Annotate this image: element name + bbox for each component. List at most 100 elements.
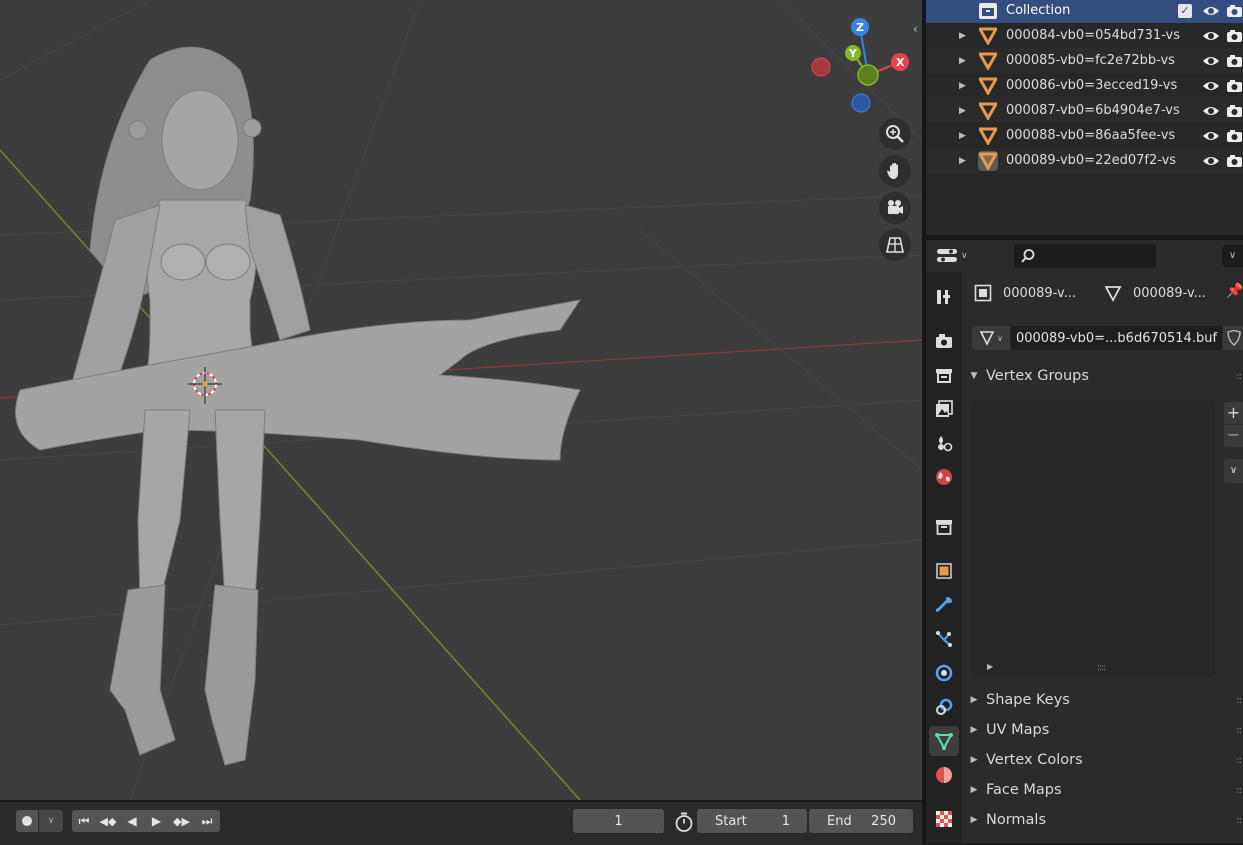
eye-icon[interactable]	[1202, 54, 1220, 68]
tab-world[interactable]	[929, 462, 959, 492]
render-camera-icon[interactable]	[1226, 54, 1243, 68]
collection-checkbox[interactable]: ✓	[1178, 3, 1192, 18]
tab-output[interactable]	[929, 360, 959, 390]
vertex-groups-list[interactable]: ▶ ::::	[972, 402, 1215, 676]
play-button[interactable]: ▶	[144, 810, 169, 832]
end-value: 250	[871, 813, 896, 829]
navigation-gizmo[interactable]: X Y Z	[811, 18, 909, 113]
expand-arrow-icon[interactable]: ▶	[959, 156, 966, 166]
add-vertex-group-button[interactable]: +	[1224, 402, 1243, 424]
start-frame-field[interactable]: Start 1	[697, 809, 807, 833]
prev-keyframe-button[interactable]: ◀◆	[96, 810, 120, 832]
tab-constraints[interactable]	[929, 692, 959, 722]
perspective-toggle-button[interactable]	[879, 229, 911, 261]
render-camera-icon[interactable]	[1226, 79, 1243, 93]
list-filter-toggle-icon[interactable]: ▶	[987, 662, 993, 671]
outliner-object-row[interactable]: ▶ 000087-vb0=6b4904e7-vs	[926, 98, 1243, 123]
outliner-object-row[interactable]: ▶ 000086-vb0=3ecced19-vs	[926, 73, 1243, 98]
outliner-collection-row[interactable]: Collection ✓	[926, 0, 1243, 23]
outliner-object-row[interactable]: ▶ 000084-vb0=054bd731-vs	[926, 23, 1243, 48]
drag-handle-icon[interactable]: ::	[1236, 815, 1242, 826]
tab-scene[interactable]	[929, 428, 959, 458]
tab-render[interactable]	[929, 326, 959, 356]
expand-arrow-icon[interactable]: ▶	[959, 131, 966, 141]
render-camera-icon[interactable]	[1226, 4, 1243, 18]
render-icon	[936, 334, 952, 348]
gizmo-neg-x[interactable]	[811, 57, 831, 77]
tab-mesh-data[interactable]	[929, 726, 959, 756]
stopwatch-icon	[675, 812, 693, 832]
expand-arrow-icon[interactable]: ▶	[959, 81, 966, 91]
list-resize-handle-icon[interactable]: ::::	[1097, 663, 1106, 673]
prev-keyframe-icon: ◀◆	[99, 814, 117, 828]
outliner-object-row-active[interactable]: ▶ 000089-vb0=22ed07f2-vs	[926, 148, 1243, 173]
properties-options-dropdown[interactable]: ∨	[1222, 245, 1243, 267]
eye-icon[interactable]	[1202, 154, 1220, 168]
outliner: Collection ✓ ▶ 000084-vb0=054bd731-vs ▶ …	[926, 0, 1243, 235]
expand-arrow-icon[interactable]: ▶	[959, 31, 966, 41]
render-camera-icon[interactable]	[1226, 154, 1243, 168]
current-frame-field[interactable]: 1	[573, 809, 664, 833]
jump-end-button[interactable]: ⏭	[194, 810, 220, 832]
preview-range-button[interactable]	[673, 811, 695, 833]
panel-uv-maps-header[interactable]: ▶ UV Maps ::	[962, 716, 1243, 744]
chevron-down-icon: ∨	[961, 251, 968, 261]
tab-particles[interactable]	[929, 624, 959, 654]
editor-type-dropdown[interactable]: ∨	[936, 245, 974, 267]
drag-handle-icon[interactable]: ::	[1236, 785, 1242, 796]
outliner-object-row[interactable]: ▶ 000088-vb0=86aa5fee-vs	[926, 123, 1243, 148]
pin-icon[interactable]: 📌	[1226, 283, 1243, 299]
render-camera-icon[interactable]	[1226, 129, 1243, 143]
drag-handle-icon[interactable]: ::	[1236, 695, 1242, 706]
mesh-datablock-name-field[interactable]: 000089-vb0=...b6d670514.buf	[1011, 326, 1222, 350]
mesh-datablock-browse[interactable]: ∨	[972, 326, 1010, 350]
drag-handle-icon[interactable]: ::	[1236, 755, 1242, 766]
tab-texture[interactable]	[929, 804, 959, 834]
tab-tool[interactable]	[929, 282, 959, 312]
tab-view-layer[interactable]	[929, 394, 959, 424]
camera-view-button[interactable]	[879, 192, 911, 224]
panel-shape-keys-header[interactable]: ▶ Shape Keys ::	[962, 686, 1243, 714]
vertex-group-specials-dropdown[interactable]: ∨	[1224, 459, 1243, 483]
3d-viewport[interactable]: X Y Z ‹	[0, 0, 922, 800]
eye-icon[interactable]	[1202, 4, 1220, 18]
jump-start-button[interactable]: ⏮	[72, 810, 96, 832]
zoom-button[interactable]	[879, 118, 911, 150]
panel-vertex-groups-header[interactable]: ▼ Vertex Groups ::	[962, 362, 1243, 390]
expand-arrow-icon[interactable]: ▶	[959, 56, 966, 66]
next-keyframe-button[interactable]: ◆▶	[169, 810, 194, 832]
tab-material[interactable]	[929, 760, 959, 790]
expand-arrow-icon[interactable]: ▶	[959, 106, 966, 116]
panel-title: Normals	[986, 812, 1047, 828]
tab-physics[interactable]	[929, 658, 959, 688]
tab-collection[interactable]	[929, 512, 959, 542]
record-button[interactable]	[16, 810, 38, 832]
render-camera-icon[interactable]	[1226, 29, 1243, 43]
region-toggle-arrow[interactable]: ‹	[913, 22, 918, 36]
panel-face-maps-header[interactable]: ▶ Face Maps ::	[962, 776, 1243, 804]
play-reverse-button[interactable]: ◀	[120, 810, 144, 832]
remove-vertex-group-button[interactable]: −	[1224, 425, 1243, 447]
tab-modifiers[interactable]	[929, 590, 959, 620]
mesh-object-icon	[978, 76, 998, 96]
gizmo-neg-z[interactable]	[851, 93, 871, 113]
gizmo-neg-y[interactable]	[857, 64, 879, 86]
fake-user-button[interactable]	[1223, 326, 1243, 350]
end-frame-field[interactable]: End 250	[809, 809, 913, 833]
panel-vertex-colors-header[interactable]: ▶ Vertex Colors ::	[962, 746, 1243, 774]
eye-icon[interactable]	[1202, 29, 1220, 43]
render-camera-icon[interactable]	[1226, 104, 1243, 118]
keying-dropdown[interactable]: ∨	[39, 810, 63, 832]
drag-handle-icon[interactable]: ::	[1236, 371, 1242, 382]
outliner-object-row[interactable]: ▶ 000085-vb0=fc2e72bb-vs	[926, 48, 1243, 73]
properties-search-input[interactable]	[1014, 244, 1156, 268]
tab-object[interactable]	[929, 556, 959, 586]
eye-icon[interactable]	[1202, 79, 1220, 93]
drag-handle-icon[interactable]: ::	[1236, 725, 1242, 736]
panel-normals-header[interactable]: ▶ Normals ::	[962, 806, 1243, 834]
eye-icon[interactable]	[1202, 129, 1220, 143]
panel-title: Vertex Groups	[986, 368, 1089, 384]
pan-button[interactable]	[879, 155, 911, 187]
eye-icon[interactable]	[1202, 104, 1220, 118]
object-label: 000086-vb0=3ecced19-vs	[1006, 78, 1178, 93]
